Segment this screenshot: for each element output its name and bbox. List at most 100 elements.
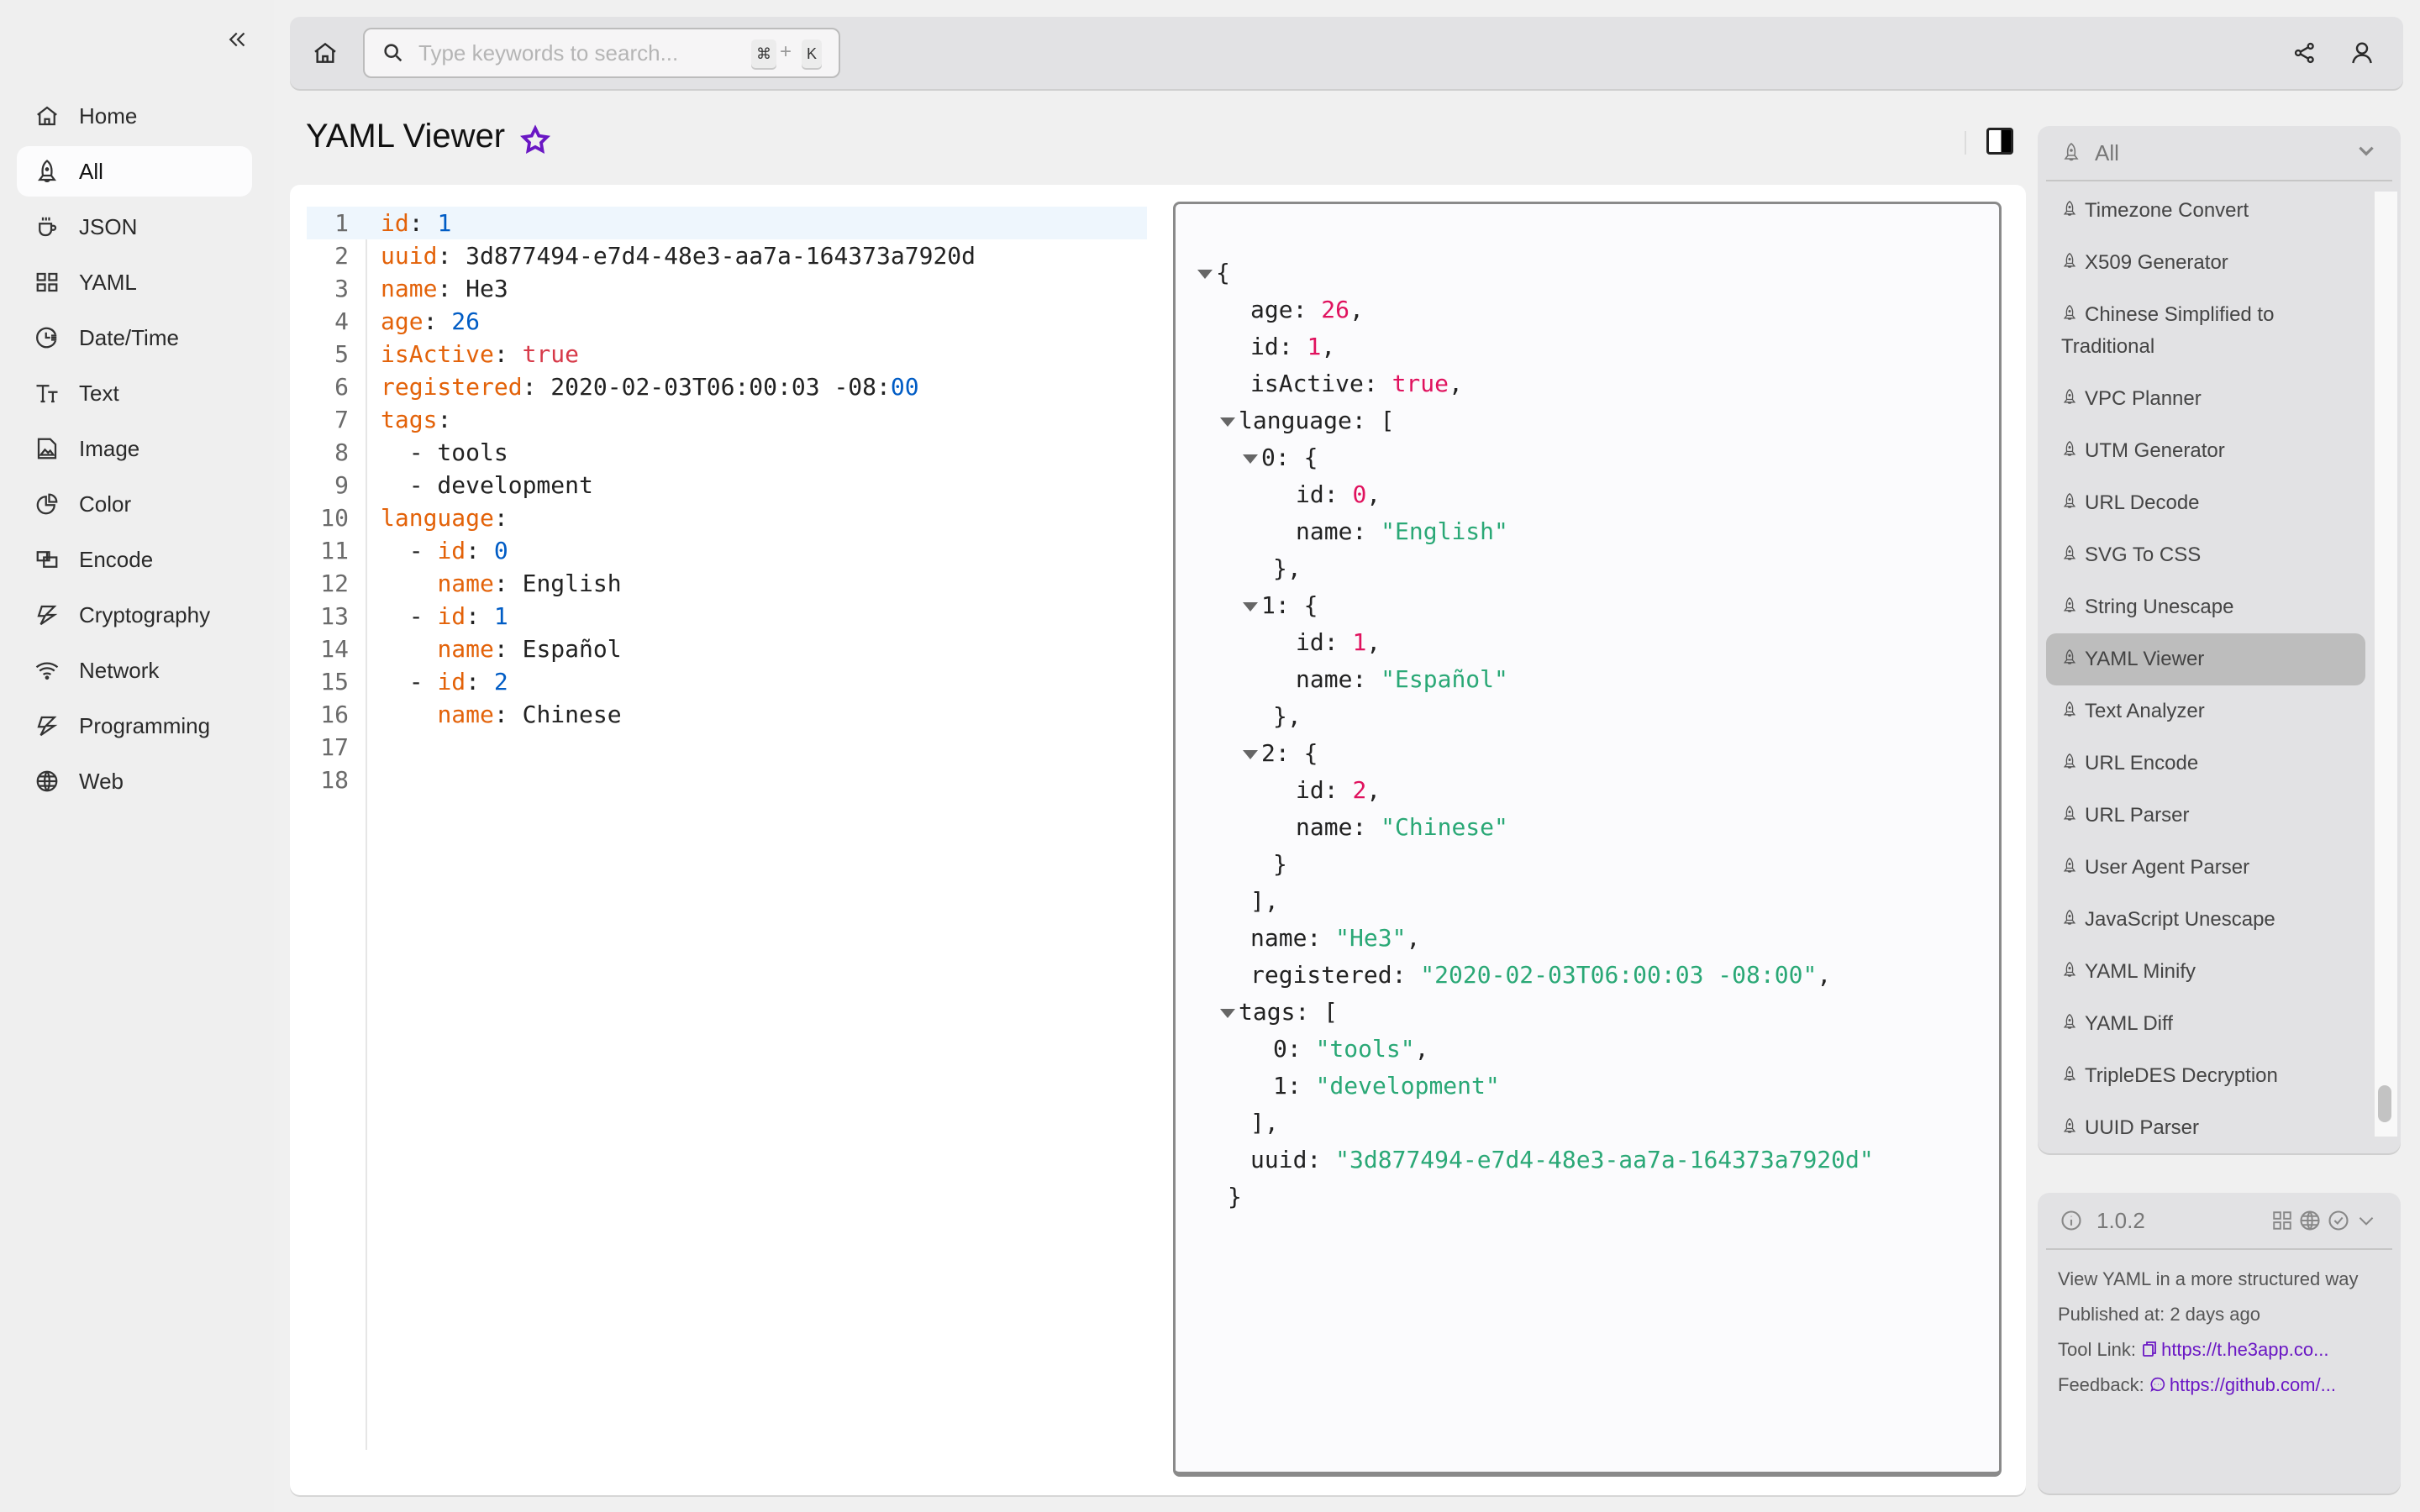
tool-link[interactable]: https://t.he3app.co... (2141, 1339, 2328, 1360)
tool-list-item[interactable]: VPC Planner (2046, 373, 2365, 425)
json-line[interactable]: language: [ (1176, 402, 1999, 439)
code-line[interactable]: 7 tags: (307, 403, 1147, 436)
category-dropdown[interactable] (2355, 139, 2377, 167)
tool-list-item[interactable]: Text Analyzer (2046, 685, 2365, 738)
collapse-triangle-icon[interactable] (1243, 601, 1258, 612)
tool-list-item[interactable]: SVG To CSS (2046, 529, 2365, 581)
tool-list-item[interactable]: User Agent Parser (2046, 842, 2365, 894)
json-line[interactable]: 0: { (1176, 439, 1999, 476)
collapse-triangle-icon[interactable] (1243, 454, 1258, 464)
json-key: id: (1250, 333, 1307, 360)
json-line[interactable]: 1: { (1176, 587, 1999, 624)
code-line[interactable]: 1 id: 1 (307, 207, 1147, 239)
tool-list-item[interactable]: X509 Generator (2046, 237, 2365, 289)
code-line[interactable]: 18 (307, 764, 1147, 796)
home-button[interactable] (308, 36, 342, 70)
favorite-button[interactable] (519, 124, 553, 158)
share-button[interactable] (2288, 36, 2322, 70)
sidebar-item-programming[interactable]: Programming (17, 701, 252, 751)
code-text: - development (381, 469, 593, 501)
json-tree-view[interactable]: {age: 26, id: 1, isActive: true, language: … (1173, 202, 2002, 1477)
collapse-triangle-icon[interactable] (1220, 417, 1235, 427)
sidebar-item-text[interactable]: Text (17, 368, 252, 418)
collapse-triangle-icon[interactable] (1197, 269, 1213, 279)
code-token: - (381, 537, 438, 564)
code-token: : (493, 340, 523, 368)
json-line[interactable]: 2: { (1176, 735, 1999, 772)
sidebar-item-all[interactable]: All (17, 146, 252, 197)
sidebar-item-network[interactable]: Network (17, 645, 252, 696)
search-box[interactable]: ⌘ + K (363, 28, 840, 78)
yaml-editor[interactable]: 1 id: 1 2 uuid: 3d877494-e7d4-48e3-aa7a-164… (307, 207, 1147, 1450)
tool-list-item-label: URL Encode (2085, 752, 2199, 774)
chevron-down-icon[interactable] (2355, 1210, 2377, 1231)
sidebar-item-home[interactable]: Home (17, 91, 252, 141)
sidebar-item-cryptography[interactable]: Cryptography (17, 590, 252, 640)
tool-list-item[interactable]: Timezone Convert (2046, 185, 2365, 237)
tool-list-item[interactable]: URL Encode (2046, 738, 2365, 790)
code-line[interactable]: 3 name: He3 (307, 272, 1147, 305)
code-line[interactable]: 10 language: (307, 501, 1147, 534)
sidebar-item-yaml[interactable]: YAML (17, 257, 252, 307)
code-line[interactable]: 11 - id: 0 (307, 534, 1147, 567)
toggle-right-panel-icon[interactable] (1986, 128, 2013, 155)
code-line[interactable]: 9 - development (307, 469, 1147, 501)
code-line[interactable]: 17 (307, 731, 1147, 764)
sidebar-item-label: Color (79, 491, 132, 517)
code-line[interactable]: 13 - id: 1 (307, 600, 1147, 633)
code-line[interactable]: 6 registered: 2020-02-03T06:00:03 -08:00 (307, 370, 1147, 403)
tool-list-item[interactable]: Chinese Simplified to Traditional (2046, 289, 2365, 373)
tool-list-scrollbar[interactable] (2375, 192, 2397, 1137)
tool-list-item[interactable]: JavaScript Unescape (2046, 894, 2365, 946)
code-token: - development (381, 471, 593, 499)
code-token: id (437, 537, 466, 564)
tool-list-item[interactable]: URL Decode (2046, 477, 2365, 529)
tool-list-item[interactable]: UTM Generator (2046, 425, 2365, 477)
code-line[interactable]: 5 isActive: true (307, 338, 1147, 370)
tool-list-item-label: UTM Generator (2085, 439, 2225, 462)
code-token: : He3 (437, 275, 508, 302)
sidebar-item-date-time[interactable]: Date/Time (17, 312, 252, 363)
sidebar-item-image[interactable]: Image (17, 423, 252, 474)
tool-list-item[interactable]: TripleDES Decryption (2046, 1050, 2365, 1102)
code-line[interactable]: 16 name: Chinese (307, 698, 1147, 731)
json-line[interactable]: tags: [ (1176, 994, 1999, 1031)
collapse-sidebar-button[interactable] (220, 22, 255, 57)
tool-list-item[interactable]: UUID Parser (2046, 1102, 2365, 1142)
sidebar-item-encode[interactable]: Encode (17, 534, 252, 585)
json-punctuation: }, (1273, 702, 1302, 730)
code-line[interactable]: 2 uuid: 3d877494-e7d4-48e3-aa7a-164373a79… (307, 239, 1147, 272)
code-line[interactable]: 14 name: Español (307, 633, 1147, 665)
code-line[interactable]: 8 - tools (307, 436, 1147, 469)
code-text: name: Chinese (381, 698, 621, 731)
category-select[interactable]: All (2046, 126, 2392, 181)
feedback-link[interactable]: https://github.com/... (2149, 1374, 2336, 1395)
sidebar-item-json[interactable]: JSON (17, 202, 252, 252)
grid-icon (2273, 1211, 2291, 1230)
code-line[interactable]: 4 age: 26 (307, 305, 1147, 338)
json-key: name: (1296, 813, 1381, 841)
tool-list-scrollbar-thumb[interactable] (2378, 1085, 2391, 1122)
tool-list-item[interactable]: YAML Viewer (2046, 633, 2365, 685)
collapse-triangle-icon[interactable] (1220, 1008, 1235, 1018)
search-input[interactable] (418, 39, 721, 66)
user-icon (2352, 42, 2372, 64)
tool-info-header[interactable]: 1.0.2 (2046, 1193, 2392, 1250)
user-button[interactable] (2345, 36, 2379, 70)
tool-list-item[interactable]: URL Parser (2046, 790, 2365, 842)
sidebar-item-label: Programming (79, 712, 211, 738)
code-line[interactable]: 15 - id: 2 (307, 665, 1147, 698)
sidebar-item-web[interactable]: Web (17, 756, 252, 806)
line-number: 3 (334, 275, 349, 302)
collapse-triangle-icon[interactable] (1243, 749, 1258, 759)
json-line: age: 26, (1176, 291, 1999, 328)
published-row: Published at: 2 days ago (2058, 1300, 2381, 1329)
tool-list-item[interactable]: YAML Minify (2046, 946, 2365, 998)
tool-list-item[interactable]: YAML Diff (2046, 998, 2365, 1050)
json-line[interactable]: { (1176, 255, 1999, 291)
code-line[interactable]: 12 name: English (307, 567, 1147, 600)
tool-list-item[interactable]: String Unescape (2046, 581, 2365, 633)
sidebar-item-color[interactable]: Color (17, 479, 252, 529)
